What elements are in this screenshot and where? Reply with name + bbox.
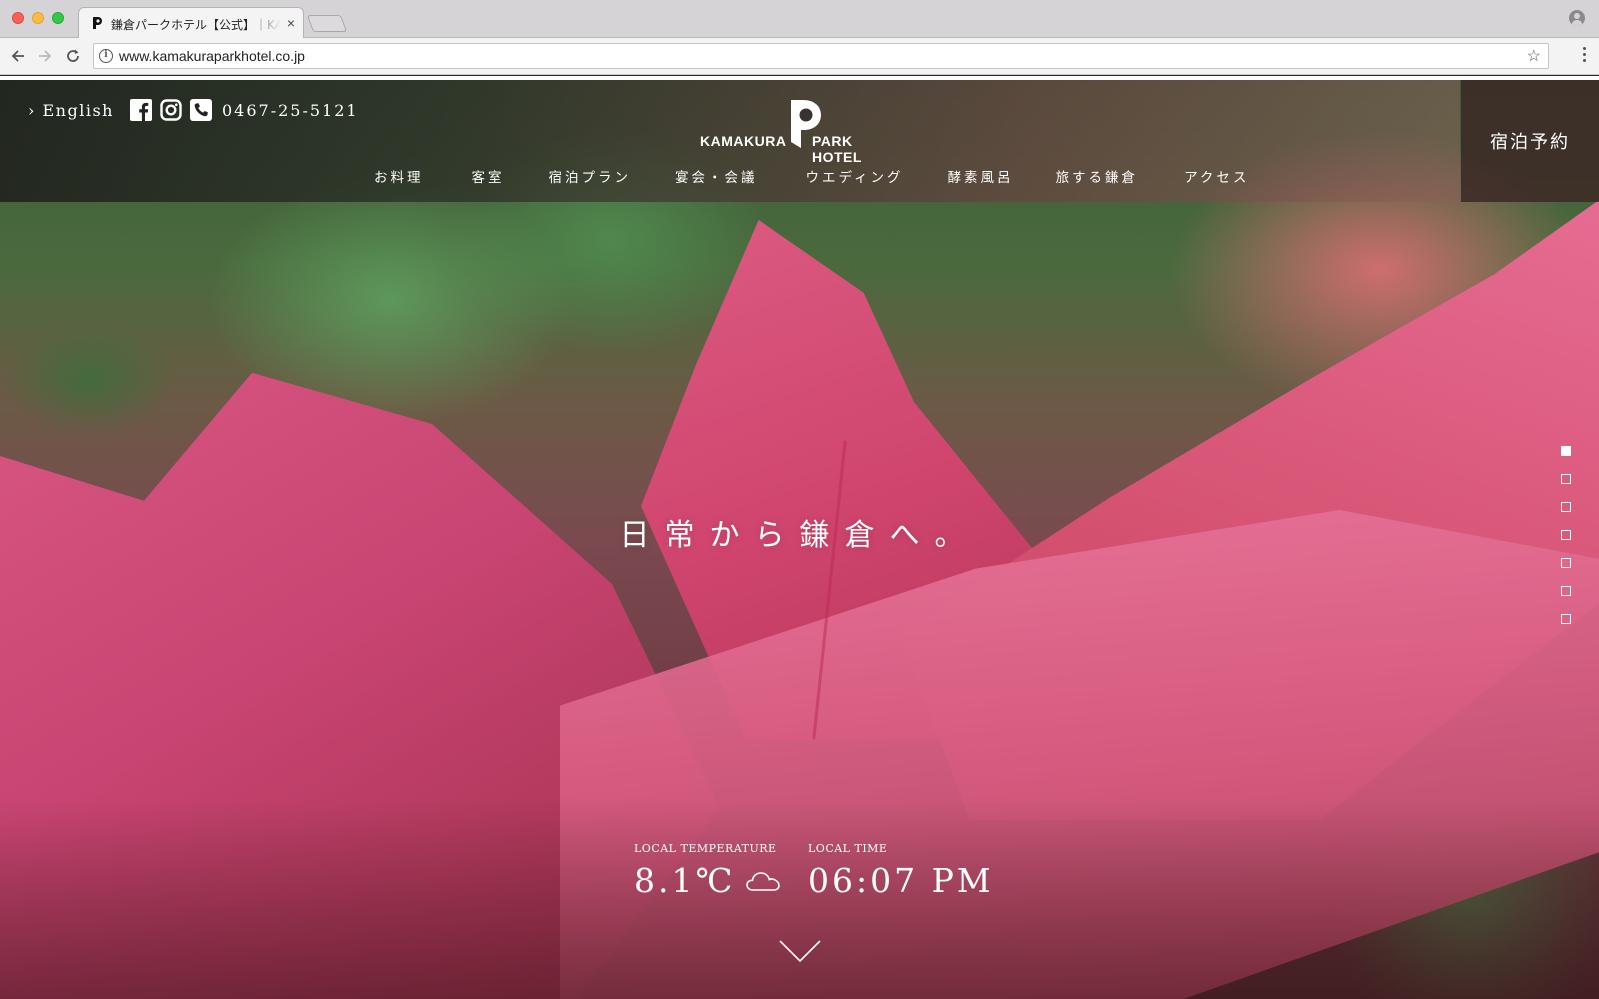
bookmark-star-icon[interactable]: ☆ xyxy=(1527,46,1541,66)
browser-tab-active[interactable]: 鎌倉パークホテル【公式】｜KAMAKURA PARK HOTEL × xyxy=(78,7,304,39)
close-window-button[interactable] xyxy=(12,12,24,24)
tab-close-icon[interactable]: × xyxy=(287,15,295,31)
info-icon[interactable]: i xyxy=(99,49,113,63)
slide-indicator-5[interactable] xyxy=(1561,558,1571,568)
cloud-icon xyxy=(746,871,781,891)
logo-text-park-hotel: PARK HOTEL xyxy=(812,133,862,165)
slide-indicator-1[interactable] xyxy=(1561,446,1571,456)
slide-indicator-7[interactable] xyxy=(1561,614,1571,624)
profile-icon[interactable] xyxy=(1569,10,1585,26)
english-link[interactable]: › English xyxy=(28,101,114,120)
address-bar[interactable]: i www.kamakuraparkhotel.co.jp ☆ xyxy=(93,43,1549,69)
temperature-value-row: 8.1℃ xyxy=(634,861,781,900)
nav-stay-plans[interactable]: 宿泊プラン xyxy=(549,166,632,186)
nav-cuisine[interactable]: お料理 xyxy=(374,166,424,186)
instagram-icon[interactable] xyxy=(160,99,182,121)
reload-button[interactable] xyxy=(61,44,85,68)
time-label: LOCAL TIME xyxy=(808,842,888,855)
nav-access[interactable]: アクセス xyxy=(1184,166,1249,186)
browser-toolbar: i www.kamakuraparkhotel.co.jp ☆ xyxy=(0,38,1599,75)
logo-text-kamakura: KAMAKURA xyxy=(700,133,787,149)
reload-icon xyxy=(67,49,79,62)
slide-indicator-4[interactable] xyxy=(1561,530,1571,540)
new-tab-button[interactable] xyxy=(306,15,348,32)
slide-indicator-3[interactable] xyxy=(1561,502,1571,512)
arrow-right-icon xyxy=(39,50,52,62)
zoom-window-button[interactable] xyxy=(52,12,64,24)
hero-tagline: 日常から鎌倉へ。 xyxy=(619,518,980,553)
hero-bottom-shade xyxy=(0,799,1599,999)
local-temperature: LOCAL TEMPERATURE 8.1℃ xyxy=(634,842,781,900)
hotel-logo[interactable]: KAMAKURA PARK HOTEL xyxy=(700,98,900,165)
page-viewport: › English 0467-25-5121 KAMAKURA PARK HOT… xyxy=(0,80,1599,999)
time-value: 06:07 PM xyxy=(808,861,994,900)
scroll-down-chevron-icon[interactable] xyxy=(778,938,822,964)
reservation-label: 宿泊予約 xyxy=(1490,132,1570,153)
temperature-value: 8.1℃ xyxy=(634,861,736,900)
nav-wedding[interactable]: ウエディング xyxy=(806,166,904,186)
site-header: › English 0467-25-5121 KAMAKURA PARK HOT… xyxy=(0,80,1599,202)
header-utility-bar: › English 0467-25-5121 xyxy=(28,99,359,121)
nav-banquets-meetings[interactable]: 宴会・会議 xyxy=(675,166,758,186)
slide-indicators xyxy=(1561,446,1573,642)
reservation-button[interactable]: 宿泊予約 xyxy=(1461,80,1599,202)
phone-icon[interactable] xyxy=(189,99,212,121)
url-text[interactable]: www.kamakuraparkhotel.co.jp xyxy=(119,48,305,64)
nav-rooms[interactable]: 客室 xyxy=(472,166,505,186)
tab-title: 鎌倉パークホテル【公式】｜KAMAKURA PARK HOTEL xyxy=(111,18,281,32)
temperature-label: LOCAL TEMPERATURE xyxy=(634,842,777,855)
forward-button[interactable] xyxy=(33,44,57,68)
phone-number[interactable]: 0467-25-5121 xyxy=(222,101,359,120)
browser-tab-bar: 鎌倉パークホテル【公式】｜KAMAKURA PARK HOTEL × xyxy=(0,0,1599,39)
minimize-window-button[interactable] xyxy=(32,12,44,24)
nav-travel-kamakura[interactable]: 旅する鎌倉 xyxy=(1056,166,1139,186)
arrow-left-icon xyxy=(11,50,24,62)
time-value-row: 06:07 PM xyxy=(808,861,994,900)
back-button[interactable] xyxy=(6,44,30,68)
hotel-favicon-icon xyxy=(93,17,102,29)
local-time: LOCAL TIME 06:07 PM xyxy=(808,842,994,900)
slide-indicator-6[interactable] xyxy=(1561,586,1571,596)
slide-indicator-2[interactable] xyxy=(1561,474,1571,484)
main-navigation: お料理 客室 宿泊プラン 宴会・会議 ウエディング 酵素風呂 旅する鎌倉 アクセ… xyxy=(374,166,1249,186)
facebook-icon[interactable] xyxy=(129,99,152,121)
nav-enzyme-bath[interactable]: 酵素風呂 xyxy=(948,166,1014,186)
browser-menu-icon[interactable] xyxy=(1583,47,1587,65)
